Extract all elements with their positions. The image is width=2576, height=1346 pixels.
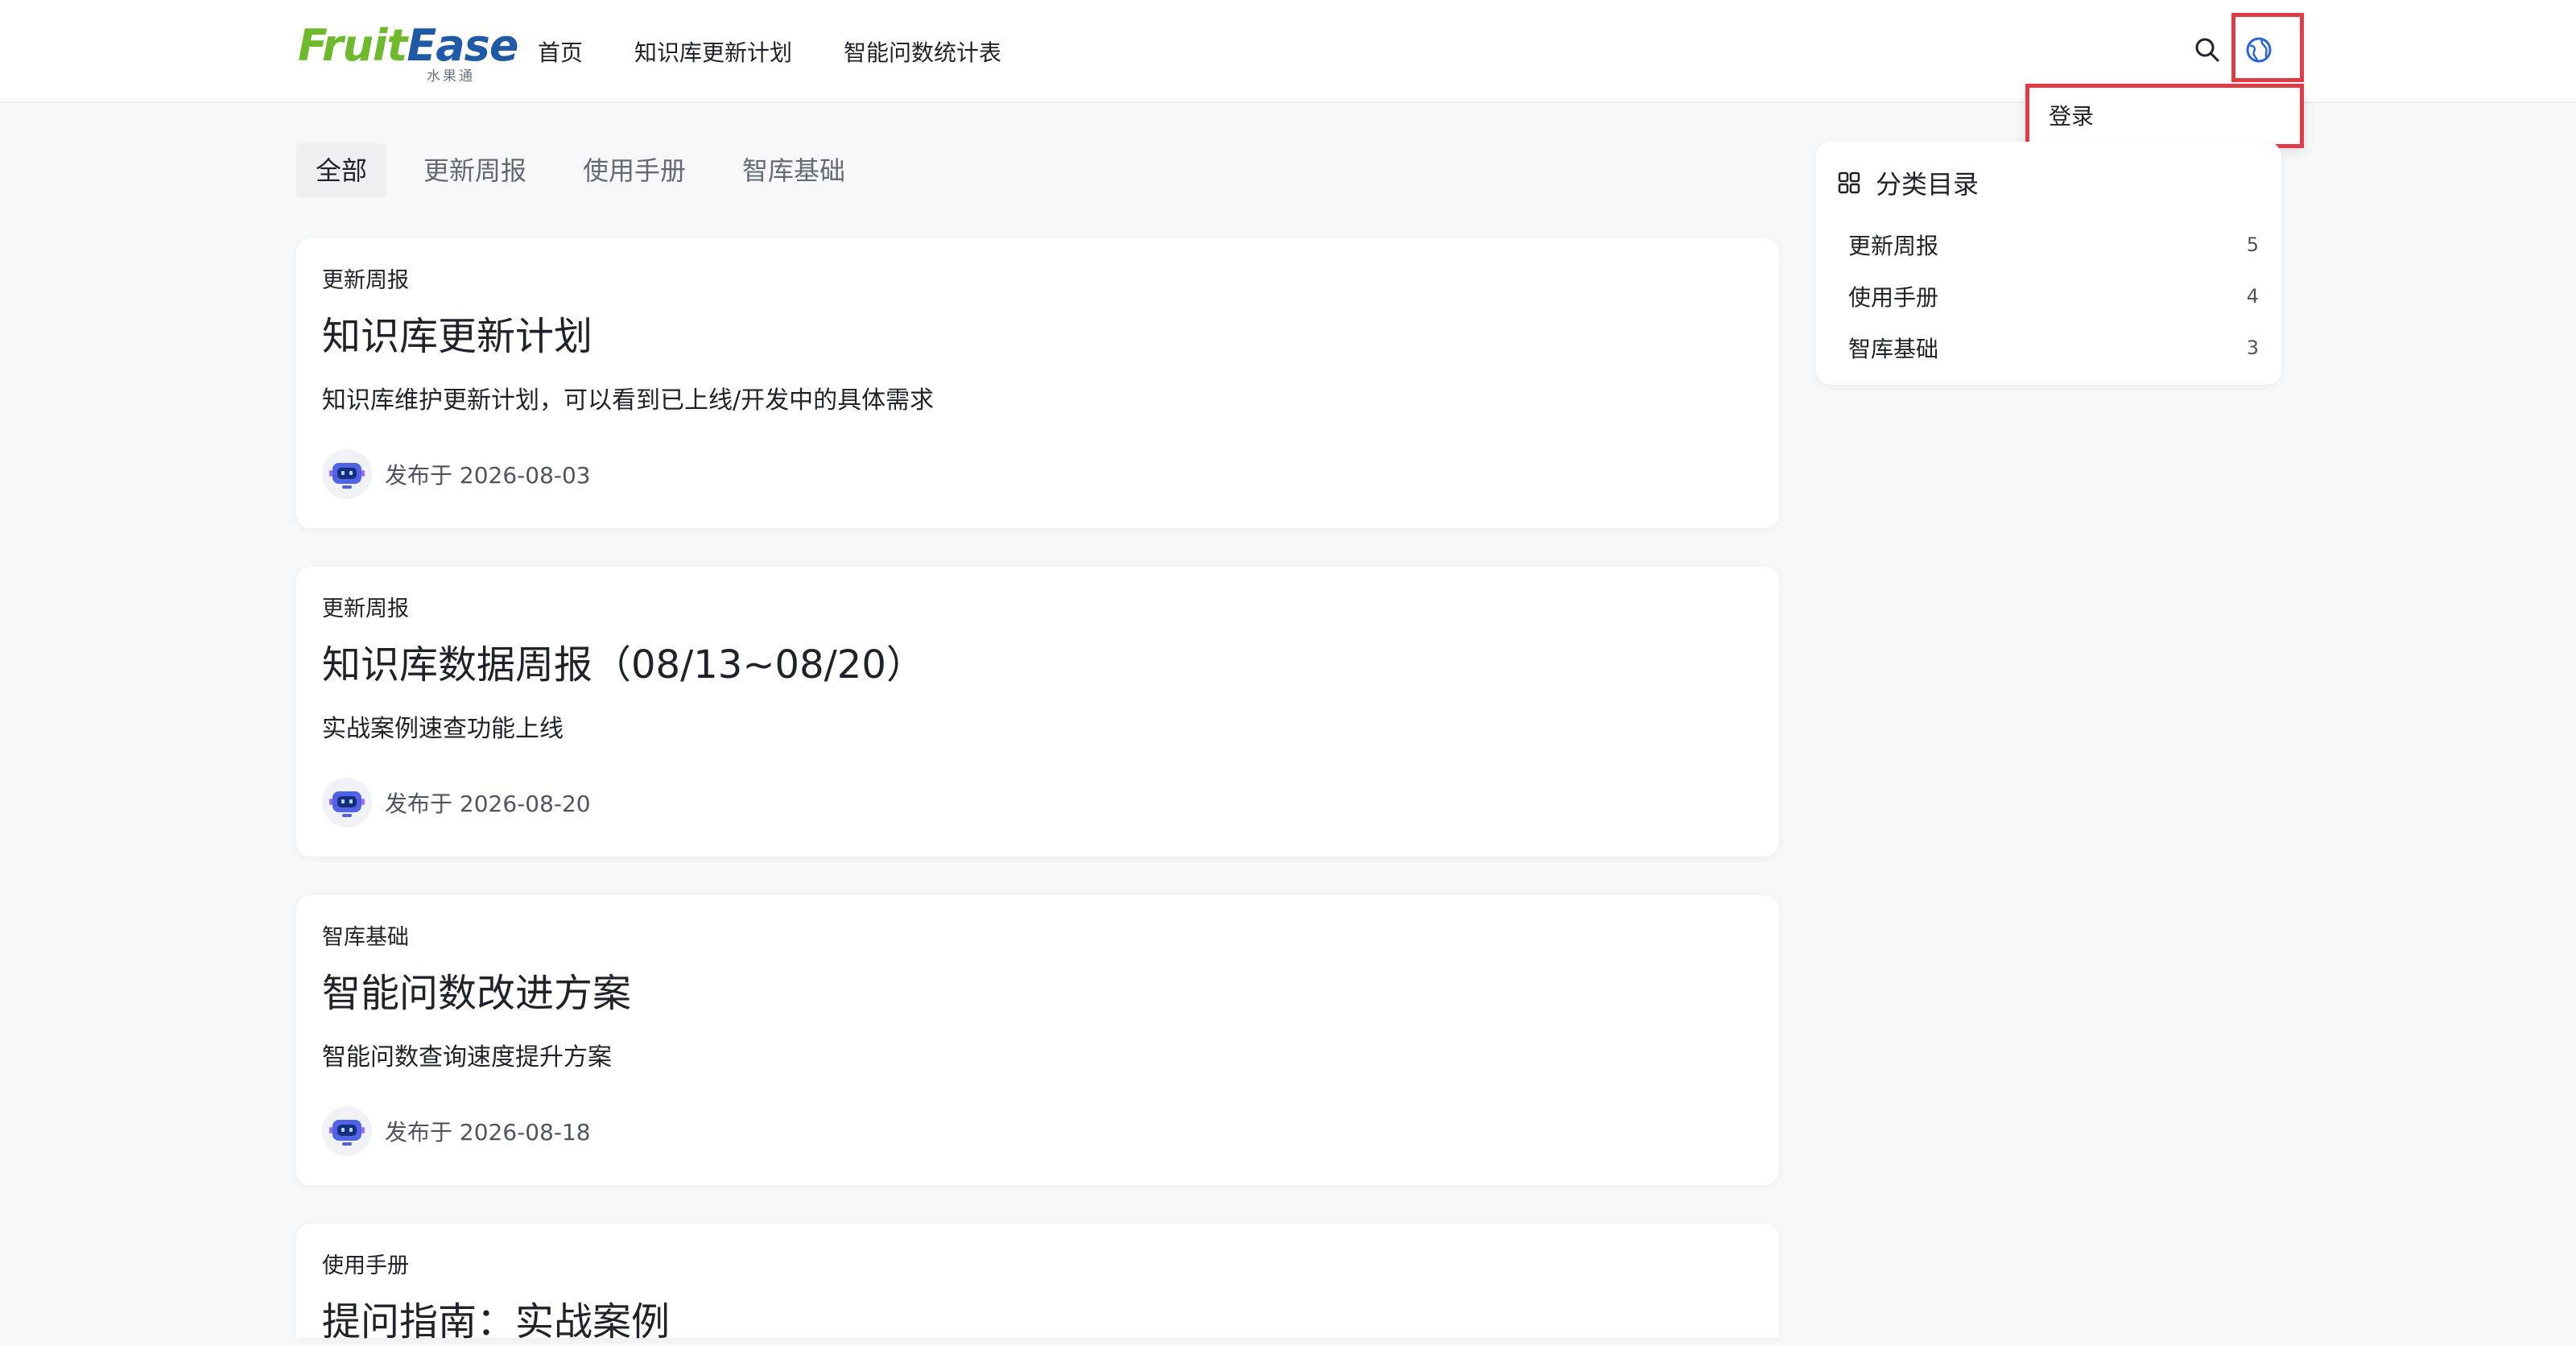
sidebar-title: 分类目录	[1876, 169, 1979, 200]
post-category: 智库基础	[322, 925, 409, 950]
tab-weekly-report[interactable]: 更新周报	[404, 143, 546, 198]
robot-avatar-icon	[322, 778, 372, 828]
category-count: 3	[2246, 336, 2259, 359]
post-category: 更新周报	[322, 597, 409, 621]
post-date: 发布于 2026-08-03	[385, 462, 591, 489]
post-date: 发布于 2026-08-18	[385, 1119, 591, 1146]
post-description: 智能问数查询速度提升方案	[322, 1043, 612, 1071]
category-tabs: 全部 更新周报 使用手册 智库基础	[296, 143, 865, 198]
category-list: 更新周报 5 使用手册 4 智库基础 3	[1848, 219, 2259, 374]
main-nav: 首页 知识库更新计划 智能问数统计表	[538, 0, 1001, 103]
nav-item-home[interactable]: 首页	[538, 35, 583, 68]
tab-user-manual[interactable]: 使用手册	[564, 143, 705, 198]
logo-wordmark: FruitEase	[298, 20, 518, 71]
post-card[interactable]: 使用手册 提问指南：实战案例	[296, 1224, 1779, 1344]
tab-knowledge-base[interactable]: 智库基础	[723, 143, 865, 198]
post-card[interactable]: 智库基础 智能问数改进方案 智能问数查询速度提升方案 发布于 2026-08-1…	[296, 895, 1779, 1185]
category-sidebar: 分类目录 更新周报 5 使用手册 4 智库基础 3	[1816, 142, 2281, 385]
category-label: 更新周报	[1848, 233, 1939, 259]
post-category: 更新周报	[322, 268, 409, 293]
category-item-weekly-report[interactable]: 更新周报 5	[1848, 219, 2259, 270]
nav-item-stats[interactable]: 智能问数统计表	[844, 35, 1001, 68]
fruitease-logo[interactable]: FruitEase 水果通	[298, 21, 518, 85]
post-meta: 发布于 2026-08-18	[322, 1106, 591, 1156]
user-dropdown-menu: 登录	[2025, 84, 2304, 148]
post-title[interactable]: 知识库更新计划	[322, 304, 592, 361]
post-card[interactable]: 更新周报 知识库数据周报（08/13~08/20） 实战案例速查功能上线 发布于…	[296, 567, 1779, 857]
robot-avatar-icon	[322, 449, 372, 499]
category-item-user-manual[interactable]: 使用手册 4	[1848, 270, 2259, 322]
grid-icon	[1838, 171, 1860, 194]
post-category: 使用手册	[322, 1253, 409, 1278]
category-item-knowledge-base[interactable]: 智库基础 3	[1848, 322, 2259, 374]
logo-subtitle: 水果通	[427, 68, 475, 85]
category-count: 5	[2246, 233, 2259, 256]
post-meta: 发布于 2026-08-20	[322, 778, 591, 828]
category-count: 4	[2246, 285, 2259, 308]
post-meta: 发布于 2026-08-03	[322, 449, 591, 499]
tab-all[interactable]: 全部	[296, 143, 387, 198]
category-label: 智库基础	[1848, 336, 1939, 362]
search-button[interactable]	[2191, 34, 2223, 66]
category-label: 使用手册	[1848, 284, 1939, 311]
search-icon	[2195, 38, 2219, 62]
highlight-box-language	[2231, 13, 2304, 82]
login-menu-item[interactable]: 登录	[2049, 99, 2094, 131]
post-title[interactable]: 知识库数据周报（08/13~08/20）	[322, 633, 925, 689]
post-title[interactable]: 智能问数改进方案	[322, 961, 631, 1018]
post-date: 发布于 2026-08-20	[385, 791, 591, 817]
sidebar-header: 分类目录	[1837, 164, 1979, 201]
post-card[interactable]: 更新周报 知识库更新计划 知识库维护更新计划，可以看到已上线/开发中的具体需求 …	[296, 238, 1779, 528]
post-description: 实战案例速查功能上线	[322, 715, 564, 743]
post-description: 知识库维护更新计划，可以看到已上线/开发中的具体需求	[322, 386, 935, 415]
nav-item-update-plan[interactable]: 知识库更新计划	[634, 35, 792, 68]
robot-avatar-icon	[322, 1106, 372, 1156]
